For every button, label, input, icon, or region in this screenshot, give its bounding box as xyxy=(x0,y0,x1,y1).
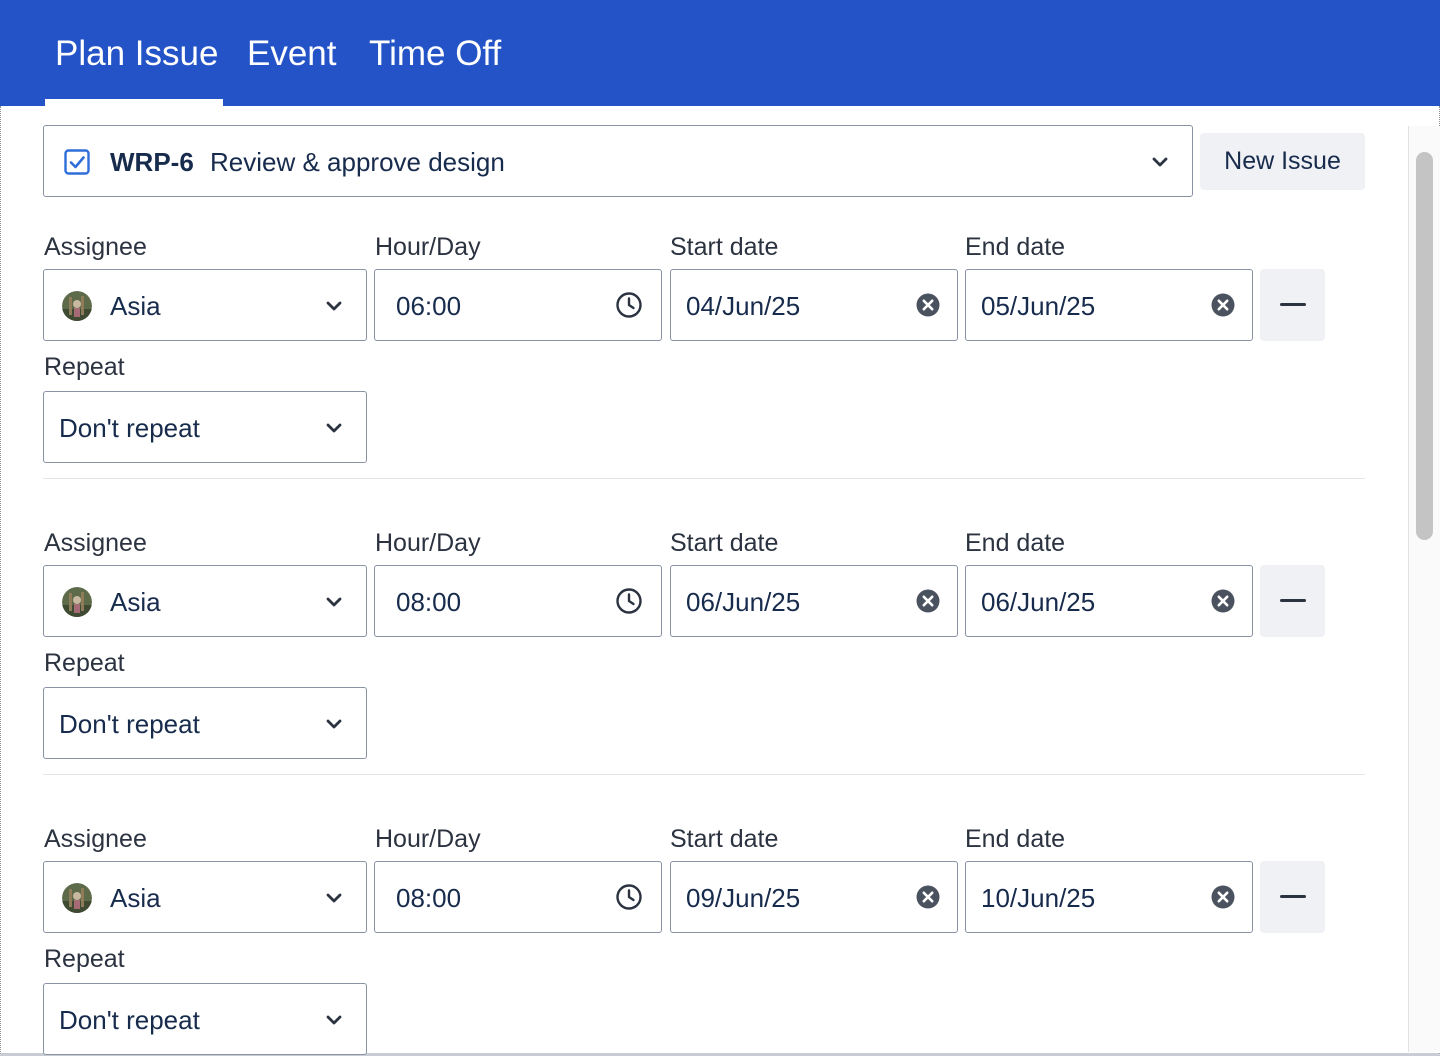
end-date-value: 05/Jun/25 xyxy=(981,291,1096,321)
clear-icon[interactable] xyxy=(915,292,941,318)
repeat-label: Repeat xyxy=(44,945,125,973)
start-date-label: Start date xyxy=(670,233,779,261)
hour-day-label: Hour/Day xyxy=(375,233,481,261)
clear-icon[interactable] xyxy=(915,588,941,614)
end-date-label: End date xyxy=(965,233,1066,261)
assignee-select[interactable]: Asia xyxy=(43,269,367,341)
chevron-down-icon xyxy=(326,301,342,311)
start-date-value: 06/Jun/25 xyxy=(686,587,801,617)
row-divider xyxy=(43,774,1365,775)
end-date-label: End date xyxy=(965,825,1066,853)
end-date-value: 06/Jun/25 xyxy=(981,587,1096,617)
remove-row-button[interactable] xyxy=(1260,565,1325,637)
chevron-down-icon xyxy=(326,719,342,729)
chevron-down-icon xyxy=(326,423,342,433)
start-date-label: Start date xyxy=(670,529,779,557)
hours-value: 08:00 xyxy=(396,587,462,617)
hour-day-label: Hour/Day xyxy=(375,529,481,557)
start-date-input[interactable]: 04/Jun/25 xyxy=(670,269,958,341)
clear-icon[interactable] xyxy=(1210,884,1236,910)
repeat-value: Don't repeat xyxy=(59,709,200,739)
chevron-down-icon xyxy=(326,893,342,903)
assignee-value: Asia xyxy=(110,883,161,913)
tab-plan-issue[interactable]: Plan Issue xyxy=(55,30,218,78)
repeat-select[interactable]: Don't repeat xyxy=(43,687,367,759)
scrollbar-thumb[interactable] xyxy=(1416,152,1433,540)
minus-icon xyxy=(1280,303,1306,306)
hours-input[interactable]: 08:00 xyxy=(374,565,662,637)
repeat-value: Don't repeat xyxy=(59,413,200,443)
end-date-input[interactable]: 05/Jun/25 xyxy=(965,269,1253,341)
checkbox-icon xyxy=(64,149,90,175)
start-date-input[interactable]: 06/Jun/25 xyxy=(670,565,958,637)
tab-time-off[interactable]: Time Off xyxy=(369,30,501,78)
start-date-value: 09/Jun/25 xyxy=(686,883,801,913)
avatar xyxy=(62,883,92,913)
assignee-select[interactable]: Asia xyxy=(43,861,367,933)
avatar xyxy=(62,291,92,321)
clock-icon[interactable] xyxy=(615,587,643,615)
clock-icon[interactable] xyxy=(615,291,643,319)
clear-icon[interactable] xyxy=(915,884,941,910)
avatar xyxy=(62,587,92,617)
repeat-label: Repeat xyxy=(44,649,125,677)
remove-row-button[interactable] xyxy=(1260,861,1325,933)
issue-key: WRP-6 xyxy=(110,147,194,177)
start-date-label: Start date xyxy=(670,825,779,853)
clear-icon[interactable] xyxy=(1210,588,1236,614)
hours-value: 08:00 xyxy=(396,883,462,913)
hours-input[interactable]: 08:00 xyxy=(374,861,662,933)
end-date-label: End date xyxy=(965,529,1066,557)
assignee-value: Asia xyxy=(110,291,161,321)
assignee-label: Assignee xyxy=(44,529,147,557)
hours-input[interactable]: 06:00 xyxy=(374,269,662,341)
repeat-value: Don't repeat xyxy=(59,1005,200,1035)
end-date-input[interactable]: 06/Jun/25 xyxy=(965,565,1253,637)
start-date-value: 04/Jun/25 xyxy=(686,291,801,321)
assignee-select[interactable]: Asia xyxy=(43,565,367,637)
end-date-input[interactable]: 10/Jun/25 xyxy=(965,861,1253,933)
hours-value: 06:00 xyxy=(396,291,462,321)
assignee-label: Assignee xyxy=(44,825,147,853)
active-tab-indicator xyxy=(45,99,223,106)
tab-event[interactable]: Event xyxy=(247,30,337,78)
start-date-input[interactable]: 09/Jun/25 xyxy=(670,861,958,933)
chevron-down-icon xyxy=(326,597,342,607)
assignee-label: Assignee xyxy=(44,233,147,261)
assignee-value: Asia xyxy=(110,587,161,617)
remove-row-button[interactable] xyxy=(1260,269,1325,341)
end-date-value: 10/Jun/25 xyxy=(981,883,1096,913)
chevron-down-icon xyxy=(1152,157,1168,167)
clear-icon[interactable] xyxy=(1210,292,1236,318)
minus-icon xyxy=(1280,599,1306,602)
hour-day-label: Hour/Day xyxy=(375,825,481,853)
row-divider xyxy=(43,478,1365,479)
issue-select[interactable]: WRP-6 Review & approve design xyxy=(43,125,1193,197)
tab-bar: Plan Issue Event Time Off xyxy=(0,0,1440,106)
minus-icon xyxy=(1280,895,1306,898)
clock-icon[interactable] xyxy=(615,883,643,911)
repeat-select[interactable]: Don't repeat xyxy=(43,391,367,463)
repeat-label: Repeat xyxy=(44,353,125,381)
repeat-select[interactable]: Don't repeat xyxy=(43,983,367,1055)
issue-summary: Review & approve design xyxy=(210,147,505,177)
new-issue-button[interactable]: New Issue xyxy=(1200,133,1365,190)
chevron-down-icon xyxy=(326,1015,342,1025)
